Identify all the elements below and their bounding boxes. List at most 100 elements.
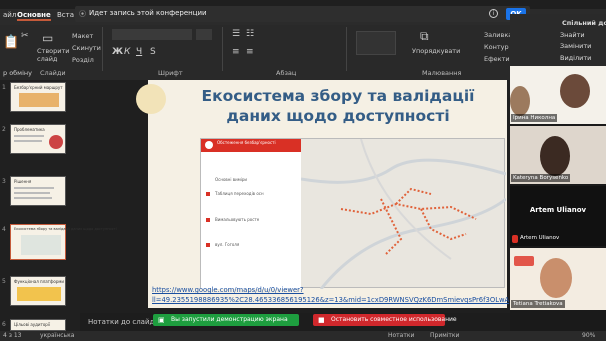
map-screenshot: Обстеження безбар'єрності Основні виміри… <box>200 138 506 289</box>
screen-share-label: Вы запустили демонстрацию экрана <box>171 316 288 323</box>
checkbox-icon <box>206 192 210 196</box>
stop-sharing-button[interactable]: ■ Остановить совместное использование <box>313 314 457 326</box>
thumb-number: 2 <box>2 126 6 133</box>
tab-home[interactable]: Основне <box>17 11 51 21</box>
language-indicator[interactable]: українська <box>40 332 74 339</box>
divider <box>222 27 223 71</box>
thumb-number: 1 <box>2 84 6 91</box>
thumb-number: 6 <box>2 321 6 328</box>
recording-banner: ⦿ Идет запись этой конференции i OK <box>75 6 530 22</box>
arrange-icon[interactable]: ⧉ <box>420 29 429 44</box>
video-panel: Спільний доступ Знайти Замінити Виділити… <box>510 14 606 331</box>
zoom-level[interactable]: 90% <box>582 332 595 339</box>
thumb-line <box>14 197 52 199</box>
slide-thumbnails-pane: 1 Безбар'єрний маршрут 2 Проблематика 3 … <box>0 80 117 332</box>
thumb-line <box>14 192 50 194</box>
thumb-illustration <box>49 135 63 149</box>
thumb-illustration <box>19 93 59 107</box>
stop-icon: ■ <box>318 316 325 324</box>
participant-name: Kateryna Borysenko <box>511 174 571 182</box>
tab-insert[interactable]: Вста <box>57 11 74 19</box>
checkbox-icon <box>206 243 210 247</box>
italic-icon[interactable]: К <box>124 47 130 57</box>
thumb-line <box>14 135 44 137</box>
layout-button[interactable]: Макет <box>72 32 93 40</box>
underline-icon[interactable]: Ч <box>136 47 142 57</box>
participant-tile[interactable]: Artem Ulianov <box>510 234 606 246</box>
clipboard-group-label: р обміну <box>3 69 32 77</box>
numbering-icon[interactable]: ☷ <box>246 29 254 39</box>
bold-icon[interactable]: Ж <box>112 47 123 57</box>
divider <box>102 27 103 71</box>
slide-thumbnail-selected[interactable]: Екосистема збору та валідації даних щодо… <box>10 224 117 260</box>
replace-button[interactable]: Замінити <box>560 42 591 50</box>
checkbox-icon <box>206 218 210 222</box>
thumb-title: Проблематика <box>14 127 45 132</box>
new-slide-button[interactable]: Створити слайд <box>37 47 70 63</box>
map-header-title: Обстеження безбар'єрності <box>217 140 276 145</box>
thumb-line <box>14 187 54 189</box>
slide-thumbnail[interactable]: Цільові аудиторії <box>10 319 66 331</box>
share-button[interactable]: Спільний доступ <box>562 19 606 27</box>
divider <box>346 27 347 71</box>
thumb-illustration <box>21 235 61 255</box>
thumb-title: Безбар'єрний маршрут <box>14 85 63 90</box>
bullets-icon[interactable]: ☰ <box>232 29 240 39</box>
map-layer-item: Основні виміри <box>215 177 247 182</box>
find-button[interactable]: Знайти <box>560 31 585 39</box>
slides-group-label: Слайди <box>40 69 66 77</box>
decorative-circle <box>136 84 166 114</box>
status-bar: 4 з 13 українська Нотатки Примітки 90% <box>0 331 606 341</box>
align-center-icon[interactable]: ≡ <box>246 47 254 57</box>
slide-thumbnail[interactable]: Рішення <box>10 176 66 206</box>
slide-thumbnail[interactable]: Безбар'єрний маршрут <box>10 82 66 112</box>
map-header: Обстеження безбар'єрності <box>201 139 301 152</box>
participant-tile[interactable]: Tetiana Tretiakova <box>510 248 606 310</box>
slide-counter: 4 з 13 <box>3 332 22 339</box>
logo-sticker <box>514 256 534 266</box>
font-name-box[interactable] <box>112 29 192 40</box>
thumb-title: Цільові аудиторії <box>14 322 51 327</box>
thumb-number: 3 <box>2 178 6 185</box>
screen-share-status: ▣ Вы запустили демонстрацию экрана <box>153 314 299 326</box>
map-layer-item: вул. Гоголя <box>215 242 240 247</box>
map-url-link[interactable]: https://www.google.com/maps/d/u/0/viewer… <box>152 285 509 305</box>
participant-video <box>560 74 590 108</box>
slide-thumbnail[interactable]: Проблематика <box>10 124 66 154</box>
thumb-line <box>14 140 42 142</box>
participant-tile[interactable]: Artem Ulianov <box>510 186 606 234</box>
cut-icon[interactable]: ✂ <box>21 31 29 41</box>
slide-thumbnail[interactable]: Функціонал платформи <box>10 276 66 306</box>
participant-name: Artem Ulianov <box>520 235 560 241</box>
font-size-box[interactable] <box>196 29 212 40</box>
map-graphic <box>301 139 506 289</box>
map-sidebar: Обстеження безбар'єрності Основні виміри… <box>201 139 301 289</box>
recording-banner-text: Идет запись этой конференции <box>89 9 207 17</box>
slide-canvas[interactable]: Екосистема збору та валідації даних щодо… <box>136 80 509 308</box>
reset-button[interactable]: Скинути <box>72 44 101 52</box>
map-layer-item: Таблиця переходів осн <box>215 191 264 196</box>
new-slide-icon[interactable]: ▭ <box>42 31 53 45</box>
comments-toggle[interactable]: Примітки <box>430 332 459 339</box>
map-layer-item: Вимальовують росте <box>215 217 260 222</box>
drawing-group-label: Малювання <box>422 69 462 77</box>
participant-tile[interactable]: Ірина Николна <box>510 66 606 124</box>
select-button[interactable]: Виділити <box>560 54 591 62</box>
map-logo-icon <box>205 141 213 149</box>
participant-tile[interactable]: Kateryna Borysenko <box>510 126 606 184</box>
align-left-icon[interactable]: ≡ <box>232 47 240 57</box>
thumb-number: 4 <box>2 226 6 233</box>
strikethrough-icon[interactable]: S <box>150 47 156 57</box>
arrange-button[interactable]: Упорядкувати <box>412 47 460 55</box>
notes-toggle[interactable]: Нотатки <box>388 332 414 339</box>
shapes-gallery[interactable] <box>356 31 396 55</box>
participant-video <box>510 86 530 116</box>
ribbon: 📋 р обміну ✂ ▭ Створити слайд Макет Скин… <box>0 25 549 80</box>
tab-file[interactable]: айл <box>3 11 16 19</box>
slide-title[interactable]: Екосистема збору та валідації даних щодо… <box>178 86 498 126</box>
participant-name: Ірина Николна <box>511 114 558 122</box>
info-icon[interactable]: i <box>489 9 498 18</box>
screen-share-icon: ▣ <box>158 316 165 324</box>
paste-icon[interactable]: 📋 <box>3 35 19 50</box>
section-button[interactable]: Розділ <box>72 56 94 64</box>
